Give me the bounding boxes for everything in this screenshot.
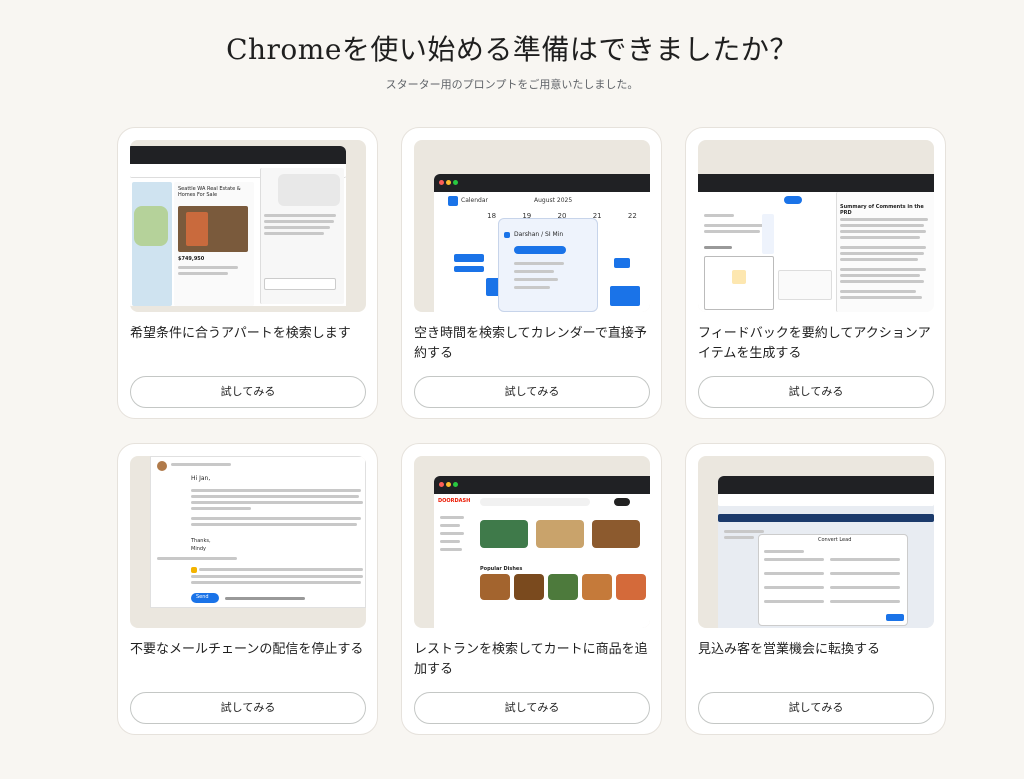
browser-mockup: DOORDASH Popular Dishes (434, 476, 650, 628)
card-thumbnail: Summary of Comments in the PRD (698, 140, 934, 312)
prompt-card-lead[interactable]: Convert Lead 見込み客を営業機会に転換する 試してみる (685, 443, 946, 735)
try-it-button[interactable]: 試してみる (414, 692, 650, 724)
prompt-card-email[interactable]: Hi Jan, Thanks, Mindy Send 不要なメールチェーンの配信… (117, 443, 378, 735)
prompt-card-feedback[interactable]: Summary of Comments in the PRD フィードバックを要… (685, 127, 946, 419)
prompt-card-calendar[interactable]: Calendar August 2025 18 19 20 21 22 Darshan … (401, 127, 662, 419)
card-thumbnail: Convert Lead (698, 456, 934, 628)
card-label: フィードバックを要約してアクションアイテムを生成する (698, 326, 931, 361)
try-it-button[interactable]: 試してみる (414, 376, 650, 408)
card-label: レストランを検索してカートに商品を追加する (414, 642, 648, 677)
card-label: 希望条件に合うアパートを検索します (130, 326, 351, 341)
browser-mockup: Seattle WA Real Estate & Homes For Sale … (130, 146, 346, 306)
try-it-button[interactable]: 試してみる (130, 376, 366, 408)
try-it-button[interactable]: 試してみる (698, 376, 934, 408)
page-title: Chromeを使い始める準備はできましたか？ (226, 33, 798, 66)
page-subtitle: スターター用のプロンプトをご用意いたしました。 (385, 78, 639, 91)
prompt-card-restaurant[interactable]: DOORDASH Popular Dishes レストランを検索してカートに商品… (401, 443, 662, 735)
browser-mockup: Hi Jan, Thanks, Mindy Send (150, 456, 366, 608)
card-label: 不要なメールチェーンの配信を停止する (130, 642, 364, 657)
try-it-button[interactable]: 試してみる (130, 692, 366, 724)
card-thumbnail: Seattle WA Real Estate & Homes For Sale … (130, 140, 366, 312)
card-thumbnail: DOORDASH Popular Dishes (414, 456, 650, 628)
browser-mockup: Convert Lead (718, 476, 934, 628)
card-label: 空き時間を検索してカレンダーで直接予約する (414, 326, 647, 361)
try-it-button[interactable]: 試してみる (698, 692, 934, 724)
card-thumbnail: Hi Jan, Thanks, Mindy Send (130, 456, 366, 628)
browser-mockup: Summary of Comments in the PRD (698, 174, 934, 312)
prompt-card-apartment[interactable]: Seattle WA Real Estate & Homes For Sale … (117, 127, 378, 419)
card-label: 見込み客を営業機会に転換する (698, 642, 881, 657)
browser-mockup: Calendar August 2025 18 19 20 21 22 Darshan … (434, 174, 650, 312)
card-thumbnail: Calendar August 2025 18 19 20 21 22 Darshan … (414, 140, 650, 312)
